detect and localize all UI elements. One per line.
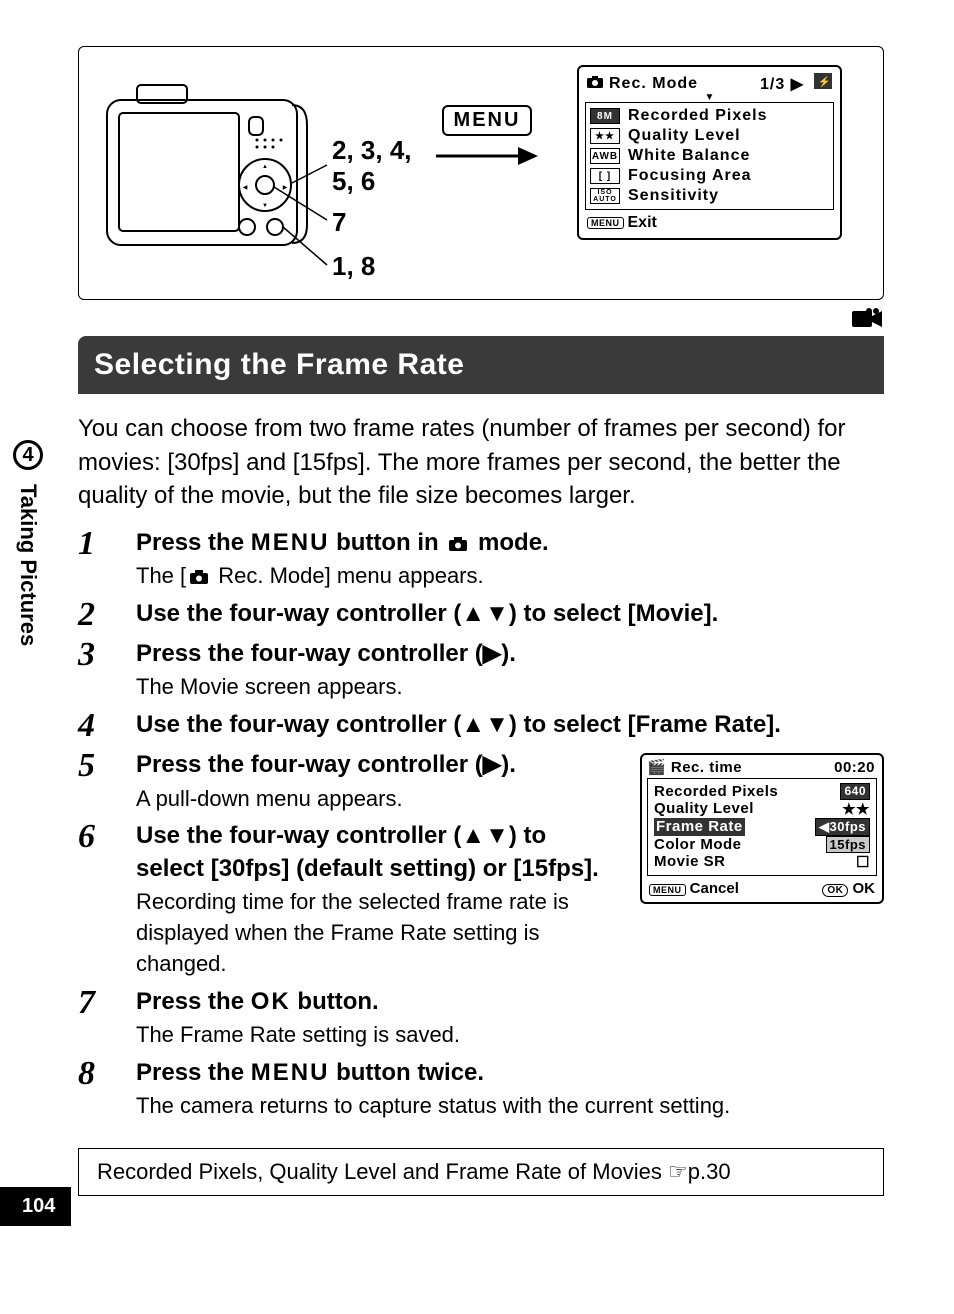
rec-time-screen: 🎬 Rec. time 00:20 Recorded Pixels 640 Qu… — [640, 753, 884, 904]
step-number: 3 — [78, 638, 110, 672]
step-number: 6 — [78, 820, 110, 854]
step-desc: Recording time for the selected frame ra… — [136, 887, 620, 979]
page-number: 104 — [0, 1187, 71, 1226]
rt-row-frame-rate-option: Color Mode 15fps — [654, 836, 870, 853]
camera-mode-icon — [190, 562, 208, 576]
movie-icon: 🎬 — [647, 759, 666, 776]
menu-row-sensitivity: ISOAUTO Sensitivity — [590, 186, 829, 206]
step-number: 5 — [78, 749, 110, 783]
menu-exit-pill: MENU — [587, 217, 624, 229]
step-6: 6 Use the four-way controller (▲▼) to se… — [78, 820, 620, 979]
crossref-page-link[interactable]: ☞p.30 — [668, 1159, 731, 1184]
svg-text:▲: ▲ — [262, 164, 268, 170]
step-title: Press the four-way controller (▶). — [136, 749, 620, 781]
rec-mode-menu-screen: Rec. Mode 1/3 ▶ ⚡A ▼ 8M Recorded Pixels … — [577, 65, 842, 240]
flash-auto-icon: ⚡A — [814, 73, 832, 94]
step-desc: The Movie screen appears. — [136, 672, 884, 703]
step-2: 2 Use the four-way controller (▲▼) to se… — [78, 598, 884, 632]
step-title: Press the OK button. — [136, 986, 884, 1018]
step-3: 3 Press the four-way controller (▶). The… — [78, 638, 884, 703]
step-number: 4 — [78, 709, 110, 743]
step-desc: The camera returns to capture status wit… — [136, 1091, 884, 1122]
step-title: Press the MENU button twice. — [136, 1057, 884, 1089]
step-desc: The [ Rec. Mode] menu appears. — [136, 561, 884, 592]
icon-stars: ★★ — [590, 128, 620, 144]
rt-row-quality-level: Quality Level ★★ — [654, 800, 870, 818]
step-number: 7 — [78, 986, 110, 1020]
icon-8m: 8M — [590, 108, 620, 124]
menu-row-focusing-area: [ ] Focusing Area — [590, 166, 829, 186]
top-figure: ▲ ▼ ◀ ▶ 2, 3, 4, 5, 6 7 1, 8 MENU — [78, 46, 884, 300]
rt-row-recorded-pixels: Recorded Pixels 640 — [654, 783, 870, 800]
menu-row-quality-level: ★★ Quality Level — [590, 126, 829, 146]
step-4: 4 Use the four-way controller (▲▼) to se… — [78, 709, 884, 743]
icon-focus-area: [ ] — [590, 168, 620, 184]
step-number: 1 — [78, 527, 110, 561]
menu-page-indicator: 1/3 ▶ — [760, 74, 804, 94]
step-desc: The Frame Rate setting is saved. — [136, 1020, 884, 1051]
menu-exit-label: Exit — [628, 214, 657, 232]
step-title: Press the four-way controller (▶). — [136, 638, 884, 670]
svg-text:▼: ▼ — [262, 203, 268, 209]
rec-time-value: 00:20 — [834, 759, 875, 776]
step-title: Use the four-way controller (▲▼) to sele… — [136, 709, 884, 741]
svg-text:▶: ▶ — [283, 185, 288, 191]
step-7: 7 Press the OK button. The Frame Rate se… — [78, 986, 884, 1051]
intro-text: You can choose from two frame rates (num… — [78, 412, 884, 513]
step-number: 8 — [78, 1057, 110, 1091]
step-title: Use the four-way controller (▲▼) to sele… — [136, 598, 884, 630]
step-title: Press the MENU button in mode. — [136, 527, 884, 559]
menu-row-recorded-pixels: 8M Recorded Pixels — [590, 106, 829, 126]
rec-time-title: Rec. time — [671, 759, 742, 776]
step-desc: A pull-down menu appears. — [136, 784, 620, 815]
step-title: Use the four-way controller (▲▼) to sele… — [136, 820, 620, 885]
step-1: 1 Press the MENU button in mode. The [ R… — [78, 527, 884, 592]
svg-text:◀: ◀ — [243, 185, 248, 191]
rt-cancel-pill: MENU — [649, 884, 686, 896]
section-heading: Selecting the Frame Rate — [78, 336, 884, 394]
step-number: 2 — [78, 598, 110, 632]
icon-awb: AWB — [590, 148, 620, 164]
crossref-box: Recorded Pixels, Quality Level and Frame… — [78, 1148, 884, 1196]
menu-title: Rec. Mode — [609, 75, 698, 93]
rt-ok-pill: OK — [822, 884, 848, 897]
camera-mode-icon — [449, 528, 467, 542]
camera-icon — [587, 75, 603, 93]
icon-iso-auto: ISOAUTO — [590, 188, 620, 204]
step-8: 8 Press the MENU button twice. The camer… — [78, 1057, 884, 1122]
menu-exit-row: MENU Exit — [585, 210, 834, 232]
rt-ok-label: OK — [853, 880, 876, 897]
rt-row-movie-sr: Movie SR ☐ — [654, 853, 870, 871]
svg-text:⚡A: ⚡A — [818, 75, 832, 88]
menu-arrow: MENU — [417, 65, 557, 170]
camera-illustration: ▲ ▼ ◀ ▶ 2, 3, 4, 5, 6 7 1, 8 — [97, 65, 397, 285]
rt-cancel-label: Cancel — [690, 880, 739, 897]
rt-row-frame-rate-selected: Frame Rate ◀30fps — [654, 818, 870, 836]
menu-button-pill: MENU — [442, 105, 533, 136]
step-5: 5 Press the four-way controller (▶). A p… — [78, 749, 620, 814]
down-caret-icon: ▼ — [585, 94, 834, 102]
menu-row-white-balance: AWB White Balance — [590, 146, 829, 166]
